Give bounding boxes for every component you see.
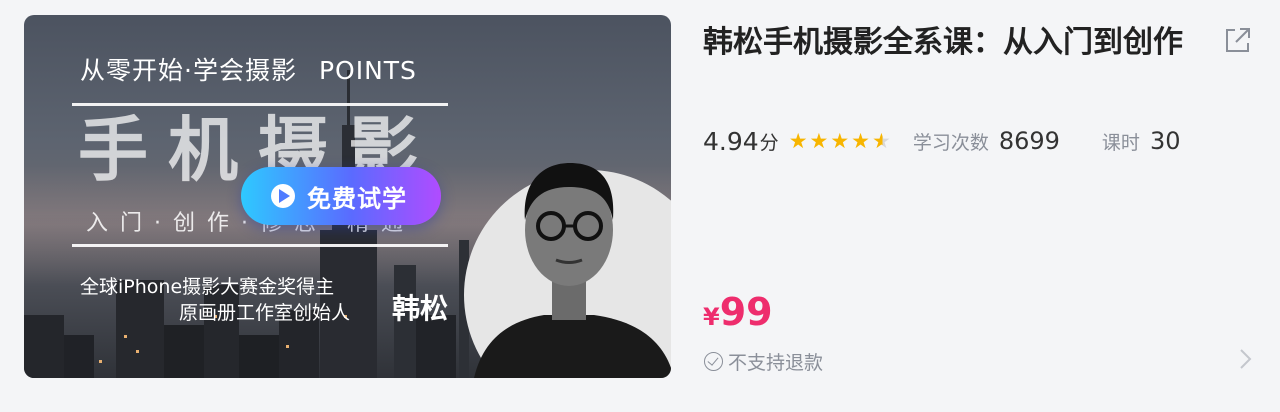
free-trial-button[interactable]: 免费试学 — [241, 167, 441, 225]
cover-tagline-text: 从零开始·学会摄影 — [80, 56, 297, 85]
star-icon: ★ — [788, 128, 808, 153]
star-half-icon: ★ — [872, 128, 891, 153]
course-price: ¥99 — [703, 290, 773, 334]
rating-score: 4.94 — [703, 126, 759, 156]
price-value: 99 — [719, 290, 773, 334]
share-external-icon[interactable] — [1222, 24, 1254, 56]
cover-award-text: 全球iPhone摄影大赛金奖得主 — [80, 276, 335, 298]
teacher-portrait — [474, 163, 671, 378]
cover-divider-top — [72, 103, 448, 106]
lessons-label: 课时 — [1101, 131, 1140, 154]
play-icon — [271, 184, 295, 208]
learn-count-label: 学习次数 — [912, 131, 989, 154]
cover-tagline: 从零开始·学会摄影 POINTS — [80, 51, 417, 87]
cover-divider-bottom — [72, 244, 448, 247]
price-currency: ¥ — [703, 303, 720, 331]
cover-points-text: POINTS — [318, 56, 417, 85]
learn-count-value: 8699 — [998, 127, 1060, 155]
free-trial-label: 免费试学 — [307, 184, 407, 213]
cover-teacher-name: 韩松 — [392, 292, 449, 325]
refund-note-text: 不支持退款 — [728, 352, 824, 374]
star-icon: ★ — [809, 128, 829, 153]
course-title[interactable]: 韩松手机摄影全系课：从入门到创作 — [703, 18, 1203, 68]
check-circle-icon — [704, 352, 723, 371]
refund-note: 不支持退款 — [704, 348, 823, 375]
cover-studio-text: 原画册工作室创始人 — [179, 302, 351, 324]
star-icon: ★ — [830, 128, 850, 153]
rating-score-unit: 分 — [759, 131, 779, 154]
rating-row: 4.94 分 ★ ★ ★ ★ ★ 学习次数 8699 课时 30 — [703, 124, 1180, 158]
lessons-value: 30 — [1149, 127, 1181, 155]
course-cover[interactable]: 从零开始·学会摄影 POINTS 手机摄影 入门·创作·修志·精通 全球iPhon… — [24, 15, 671, 378]
rating-stars: ★ ★ ★ ★ ★ — [788, 128, 893, 153]
course-card[interactable]: 从零开始·学会摄影 POINTS 手机摄影 入门·创作·修志·精通 全球iPhon… — [0, 0, 1280, 412]
chevron-right-icon[interactable] — [1234, 348, 1256, 370]
star-icon: ★ — [851, 128, 870, 153]
